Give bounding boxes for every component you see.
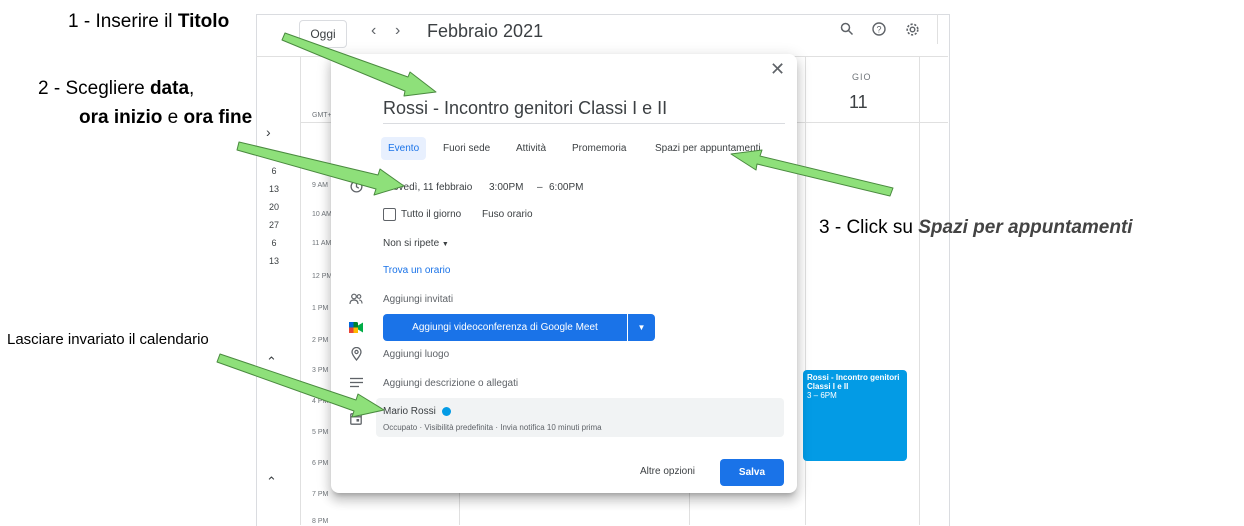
annotation-step3-prefix: 3 - Click su bbox=[819, 217, 919, 238]
annotation-step2-bold1: data bbox=[149, 78, 190, 99]
arrow-step1 bbox=[281, 32, 437, 97]
annotation-step2-bold2: ora inizio bbox=[79, 107, 163, 128]
arrow-step2 bbox=[236, 141, 405, 196]
annotation-step1-bold: Titolo bbox=[177, 11, 230, 32]
annotation-calendar-note: Lasciare invariato il calendario bbox=[7, 331, 209, 348]
annotation-step2-line1: 2 - Scegliere data, bbox=[38, 78, 194, 100]
annotation-step2-prefix: 2 - Scegliere bbox=[38, 78, 150, 99]
annotation-step2-mid: e bbox=[162, 107, 184, 128]
arrow-step3 bbox=[730, 149, 894, 197]
annotation-step2-line2: ora inizio e ora fine bbox=[79, 107, 252, 129]
annotation-step2-comma: , bbox=[189, 78, 195, 99]
annotation-step2-bold3: ora fine bbox=[183, 107, 253, 128]
arrow-calendar bbox=[216, 353, 385, 418]
annotation-step3: 3 - Click su Spazi per appuntamenti bbox=[819, 217, 1133, 239]
annotation-step1: 1 - Inserire il Titolo bbox=[68, 11, 229, 33]
annotation-step1-prefix: 1 - Inserire il bbox=[68, 11, 178, 32]
annotation-step3-bold: Spazi per appuntamenti bbox=[918, 217, 1133, 238]
